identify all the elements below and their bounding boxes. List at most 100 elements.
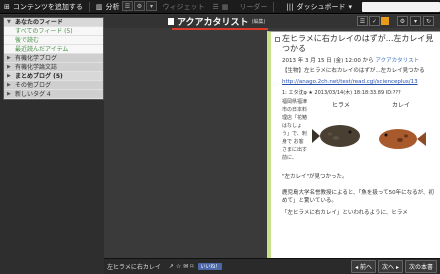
dashboard-label: ダッシュボード <box>296 2 346 11</box>
widget-label: ウィジェット <box>162 2 205 11</box>
dropdown-button[interactable]: ▾ <box>146 1 157 11</box>
share-title: 左ヒラメに右カレイ <box>104 262 164 271</box>
sidebar-item-label: 有機化学論文誌 <box>15 64 58 71</box>
fish-label-karei: カレイ <box>392 102 410 109</box>
sidebar-item-read-later[interactable]: 後で読む <box>4 36 103 45</box>
document-icon <box>168 18 174 25</box>
refresh-icon: ↻ <box>425 18 432 25</box>
article-footer-bar: 左ヒラメに右カレイ ↗ ☆ ✉ ⌑ いいね！ ◂ 前へ 次へ ▸ 次の本書 <box>104 258 440 274</box>
sidebar-item-label: まとめブログ (5) <box>15 73 63 80</box>
article-content-row: 福岡県福津市の日本料理店「花鰆はなしょう」で、刺身で お客さまに出す前に、 ヒラ… <box>275 98 436 168</box>
columns-icon: ||| <box>286 2 294 11</box>
sidebar-item-your-feeds[interactable]: ▼ あなたのフィード <box>4 18 103 27</box>
sidebar-item-new-tag[interactable]: ▶ 新しいタグ 4 <box>4 90 103 99</box>
edit-title-link[interactable]: (編集) <box>252 18 266 25</box>
refresh-button[interactable]: ↻ <box>423 16 434 26</box>
nav-buttons: ◂ 前へ 次へ ▸ 次の本書 <box>346 260 440 273</box>
article-link-row: http://anago.2ch.net/test/read.cgi/scien… <box>275 78 436 86</box>
add-content-label: コンテンツを追加する <box>12 2 83 11</box>
divider <box>88 1 90 12</box>
triangle-right-icon: ▶ <box>7 91 11 97</box>
sidebar-item-other-blog[interactable]: ▶ その他ブログ <box>4 81 103 90</box>
share-icon[interactable]: ↗ <box>169 263 174 270</box>
chevron-right-icon: ▸ <box>395 264 399 271</box>
fish-label-hirame: ヒラメ <box>332 102 350 109</box>
chevron-down-icon: ▾ <box>149 3 153 10</box>
page-title-text: アクアカタリスト <box>177 18 249 28</box>
divider <box>273 1 275 12</box>
page-title: アクアカタリスト (編集) <box>168 15 265 28</box>
article-summary-text: 【生物】左ヒラメに右カレイのはずが...左カレイ見つかる <box>282 68 425 74</box>
reader-tab[interactable]: リーダー <box>235 0 271 14</box>
facebook-like-button[interactable]: いいね！ <box>198 263 223 270</box>
widget-tab[interactable]: ウィジェット <box>159 0 209 14</box>
article-date: 2013 年 3 月 15 日 (金) 12:00 <box>282 58 361 64</box>
search-input[interactable] <box>362 2 440 12</box>
grid-view-icon: ▦ <box>221 2 229 11</box>
fish-image: ヒラメ カレイ <box>310 98 430 168</box>
gear-icon: ⚙ <box>399 18 406 25</box>
prev-label: 前へ <box>360 264 373 271</box>
fish-illustration: ヒラメ カレイ <box>310 98 430 168</box>
email-icon[interactable]: ✉ <box>183 263 188 270</box>
view-mode-button[interactable]: ☰ <box>357 16 368 26</box>
next-button[interactable]: 次へ ▸ <box>378 260 403 273</box>
analytics-button[interactable]: ▥ 分析 <box>92 0 124 14</box>
tag-icon[interactable]: ⌑ <box>190 263 193 270</box>
article-checkbox[interactable] <box>275 37 280 42</box>
top-toolbar: ⊞ コンテンツを追加する ▥ 分析 ウィジェット ☰ ▦ リーダー ||| ダッ… <box>0 0 440 14</box>
article-summary: 【生物】左ヒラメに右カレイのはずが...左カレイ見つかる <box>275 67 436 75</box>
article-source-link[interactable]: アクアカタリスト <box>375 58 419 64</box>
triangle-right-icon: ▶ <box>7 82 11 88</box>
article-link[interactable]: http://anago.2ch.net/test/read.cgi/scien… <box>282 79 418 85</box>
title-underline <box>172 28 268 30</box>
plus-icon: ⊞ <box>4 2 10 11</box>
article-side-text: 福岡県福津市の日本料理店「花鰆はなしょう」で、刺身で お客さまに出す前に、 <box>282 99 308 161</box>
article-title-text[interactable]: 左ヒラメに右カレイのはずが...左カレイ見つかる <box>282 34 436 54</box>
prev-button[interactable]: ◂ 前へ <box>351 260 377 273</box>
analytics-label: 分析 <box>105 2 120 11</box>
post-header: 1: エタ沈φ ★ 2013/03/14(木) 18:18:33.89 ID:?… <box>282 90 401 96</box>
article-title[interactable]: 左ヒラメに右カレイのはずが...左カレイ見つかる <box>275 34 436 54</box>
article-panel: 左ヒラメに右カレイのはずが...左カレイ見つかる 2013 年 3 月 15 日… <box>267 31 440 258</box>
triangle-right-icon: ▶ <box>7 55 11 61</box>
next-article-button[interactable]: 次の本書 <box>404 260 437 273</box>
add-content-button[interactable]: ⊞ コンテンツを追加する <box>0 0 87 14</box>
like-label: いいね！ <box>200 264 221 270</box>
check-button[interactable]: ✓ <box>369 16 380 26</box>
sidebar-item-organic-blog[interactable]: ▶ 有機化学ブログ <box>4 54 103 63</box>
chevron-down-icon: ▾ <box>348 2 352 11</box>
sidebar-item-label: すべてのフィード (5) <box>15 28 73 35</box>
chevron-left-icon: ◂ <box>355 264 359 271</box>
triangle-down-icon: ▼ <box>7 19 11 25</box>
sidebar-item-matome-blog[interactable]: ▶ まとめブログ (5) <box>4 72 103 81</box>
content-toolbar <box>104 15 440 28</box>
sidebar: ▼ あなたのフィード すべてのフィード (5) 後で読む 最近読んだアイテム ▶ 有… <box>0 15 104 274</box>
share-title-text: 左ヒラメに右カレイ <box>107 264 161 271</box>
layout-toggle[interactable]: ☰ ▦ <box>209 0 236 14</box>
list-toggle-button[interactable]: ☰ <box>122 1 133 11</box>
feed-list: ▼ あなたのフィード すべてのフィード (5) 後で読む 最近読んだアイテム ▶ 有… <box>3 17 104 100</box>
star-icon[interactable]: ☆ <box>176 263 181 270</box>
article-more-text: 鹿児島大学名誉教授によると、「魚を扱って50年になるが、初めて」と驚いている。 <box>282 190 434 204</box>
sidebar-item-label: 最近読んだアイテム <box>15 46 69 53</box>
sidebar-item-label: 後で読む <box>15 37 40 44</box>
list-view-icon: ☰ <box>212 2 219 11</box>
article-meta: 2013 年 3 月 15 日 (金) 12:00 から アクアカタリスト <box>275 56 436 64</box>
gear-menu-button[interactable]: ⚙ <box>397 16 408 26</box>
sidebar-item-all-feeds[interactable]: すべてのフィード (5) <box>4 27 103 36</box>
settings-button[interactable]: ⚙ <box>134 1 145 11</box>
dashboard-menu[interactable]: ||| ダッシュボード ▾ <box>282 0 359 14</box>
sidebar-item-label: 新しいタグ 4 <box>15 91 51 98</box>
sidebar-item-label: その他ブログ <box>15 82 52 89</box>
sidebar-item-recent[interactable]: 最近読んだアイテム <box>4 45 103 54</box>
triangle-right-icon: ▶ <box>7 64 11 70</box>
sidebar-item-organic-journal[interactable]: ▶ 有機化学論文誌 <box>4 63 103 72</box>
next-article-label: 次の本書 <box>408 264 433 271</box>
sort-button[interactable]: ▾ <box>410 16 421 26</box>
chevron-down-icon: ▾ <box>413 18 417 25</box>
reader-label: リーダー <box>239 2 268 11</box>
next-label: 次へ <box>382 264 395 271</box>
triangle-right-icon: ▶ <box>7 73 11 79</box>
unread-indicator <box>381 17 389 25</box>
